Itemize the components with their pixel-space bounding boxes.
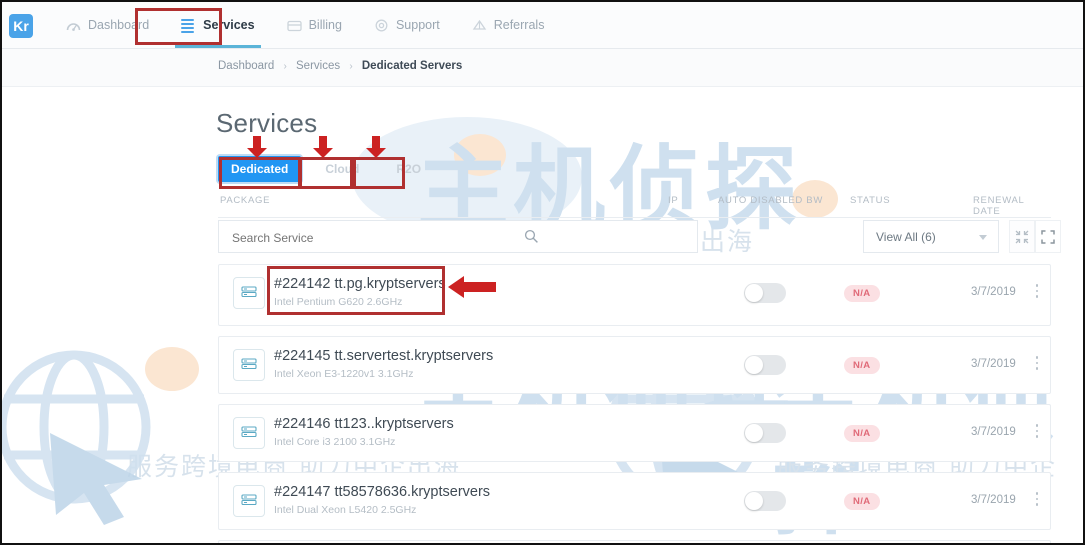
table-row[interactable]: #224145 tt.servertest.kryptservers Intel… [218, 336, 1051, 394]
search-icon[interactable] [524, 229, 539, 249]
table-toolbar: View All (6) [218, 220, 1061, 254]
nav-item-dashboard[interactable]: Dashboard [50, 2, 165, 48]
renewal-date: 3/7/2019 [971, 426, 1016, 438]
collapse-rows-button[interactable] [1009, 220, 1035, 253]
nav-item-services[interactable]: Services [165, 2, 270, 48]
search-box [218, 220, 698, 254]
table-row[interactable]: #224142 tt.pg.kryptservers Intel Pentium… [218, 264, 1051, 326]
service-spec: Intel Dual Xeon L5420 2.5GHz [274, 504, 417, 516]
status-badge: N/A [844, 493, 880, 510]
row-menu-icon[interactable] [1031, 492, 1043, 512]
table-row[interactable]: #224146 tt123..kryptservers Intel Core i… [218, 404, 1051, 462]
service-name[interactable]: #224146 tt123..kryptservers [274, 416, 454, 432]
nav-item-billing[interactable]: Billing [271, 2, 358, 48]
table-row[interactable]: #224147 tt58578636.kryptservers Intel Du… [218, 472, 1051, 530]
column-header-auto-disabled-bw: AUTO DISABLED BW [718, 195, 823, 206]
row-menu-icon[interactable] [1031, 284, 1043, 304]
toggle-knob [745, 492, 763, 510]
service-hostname: tt.servertest.kryptservers [334, 348, 494, 364]
service-id: #224146 [274, 416, 331, 432]
tab-dedicated[interactable]: Dedicated [218, 156, 302, 182]
nav-item-label: Dashboard [88, 18, 150, 32]
view-filter-label: View All (6) [876, 230, 936, 244]
service-id: #224145 [274, 348, 331, 364]
status-badge: N/A [844, 357, 880, 374]
main-content: Services Dedicated Cloud R2O PACKAGE IP … [2, 86, 1083, 543]
service-name[interactable]: #224142 tt.pg.kryptservers [274, 276, 446, 292]
service-name[interactable]: #224145 tt.servertest.kryptservers [274, 348, 493, 364]
service-hostname: tt123..kryptservers [334, 416, 454, 432]
toggle-knob [745, 424, 763, 442]
table-row-partial[interactable] [218, 540, 1051, 543]
nav-item-label: Support [395, 18, 440, 32]
brand-logo[interactable]: Kr [9, 14, 33, 38]
lifebuoy-icon [374, 19, 389, 32]
auto-disable-bw-toggle[interactable] [744, 355, 786, 375]
nav-item-support[interactable]: Support [358, 2, 456, 48]
row-menu-icon[interactable] [1031, 356, 1043, 376]
renewal-date: 3/7/2019 [971, 286, 1016, 298]
chevron-down-icon [979, 235, 987, 240]
nav-item-label: Billing [308, 18, 342, 32]
service-id: #224142 [274, 276, 331, 292]
megaphone-icon [472, 19, 487, 32]
toggle-knob [745, 356, 763, 374]
auto-disable-bw-toggle[interactable] [744, 491, 786, 511]
expand-rows-button[interactable] [1035, 220, 1061, 253]
breadcrumb-bar: Dashboard › Services › Dedicated Servers [2, 48, 1083, 87]
column-header-ip: IP [668, 195, 679, 206]
nav-item-label: Referrals [493, 18, 545, 32]
service-spec: Intel Pentium G620 2.6GHz [274, 296, 403, 308]
service-name[interactable]: #224147 tt58578636.kryptservers [274, 484, 490, 500]
breadcrumb-separator: › [349, 61, 353, 72]
table-header-row: PACKAGE IP AUTO DISABLED BW STATUS RENEW… [218, 191, 1051, 218]
server-icon [233, 349, 265, 381]
tab-cloud[interactable]: Cloud [312, 156, 372, 182]
breadcrumb-separator: › [283, 61, 287, 72]
breadcrumb-item-services[interactable]: Services [296, 60, 340, 72]
status-badge: N/A [844, 425, 880, 442]
toggle-knob [745, 284, 763, 302]
page-title: Services [216, 108, 318, 138]
auto-disable-bw-toggle[interactable] [744, 423, 786, 443]
server-icon [233, 277, 265, 309]
nav-item-referrals[interactable]: Referrals [456, 2, 561, 48]
column-header-renewal-date: RENEWAL DATE [973, 195, 1025, 217]
column-header-status: STATUS [850, 195, 891, 206]
server-icon [233, 485, 265, 517]
top-navigation-bar: Kr Dashboard Services Billing Support Re… [2, 2, 1083, 49]
server-icon [233, 417, 265, 449]
breadcrumb-item-current: Dedicated Servers [361, 60, 463, 72]
nav-items: Dashboard Services Billing Support Refer… [50, 2, 560, 48]
row-menu-icon[interactable] [1031, 424, 1043, 444]
search-input[interactable] [230, 221, 534, 254]
service-spec: Intel Core i3 2100 3.1GHz [274, 436, 396, 448]
auto-disable-bw-toggle[interactable] [744, 283, 786, 303]
renewal-date: 3/7/2019 [971, 358, 1016, 370]
view-filter-dropdown[interactable]: View All (6) [863, 220, 999, 253]
service-spec: Intel Xeon E3-1220v1 3.1GHz [274, 368, 414, 380]
service-hostname: tt.pg.kryptservers [334, 276, 446, 292]
nav-item-label: Services [203, 18, 255, 32]
service-hostname: tt58578636.kryptservers [334, 484, 491, 500]
breadcrumb-item-dashboard[interactable]: Dashboard [218, 60, 274, 72]
service-id: #224147 [274, 484, 331, 500]
service-type-tabs: Dedicated Cloud R2O [218, 156, 434, 182]
gauge-icon [66, 19, 81, 32]
breadcrumb: Dashboard › Services › Dedicated Servers [218, 60, 462, 72]
app-window: 主机侦探 服务跨境电商 助力中企出海 服务跨境电商 助力中企出海 服务跨境电商 … [0, 0, 1085, 545]
credit-card-icon [286, 19, 302, 32]
column-header-package: PACKAGE [220, 195, 271, 206]
tab-r2o[interactable]: R2O [383, 156, 434, 182]
status-badge: N/A [844, 285, 880, 302]
renewal-date: 3/7/2019 [971, 494, 1016, 506]
list-bars-icon [181, 18, 196, 33]
service-list: #224142 tt.pg.kryptservers Intel Pentium… [218, 264, 1051, 543]
